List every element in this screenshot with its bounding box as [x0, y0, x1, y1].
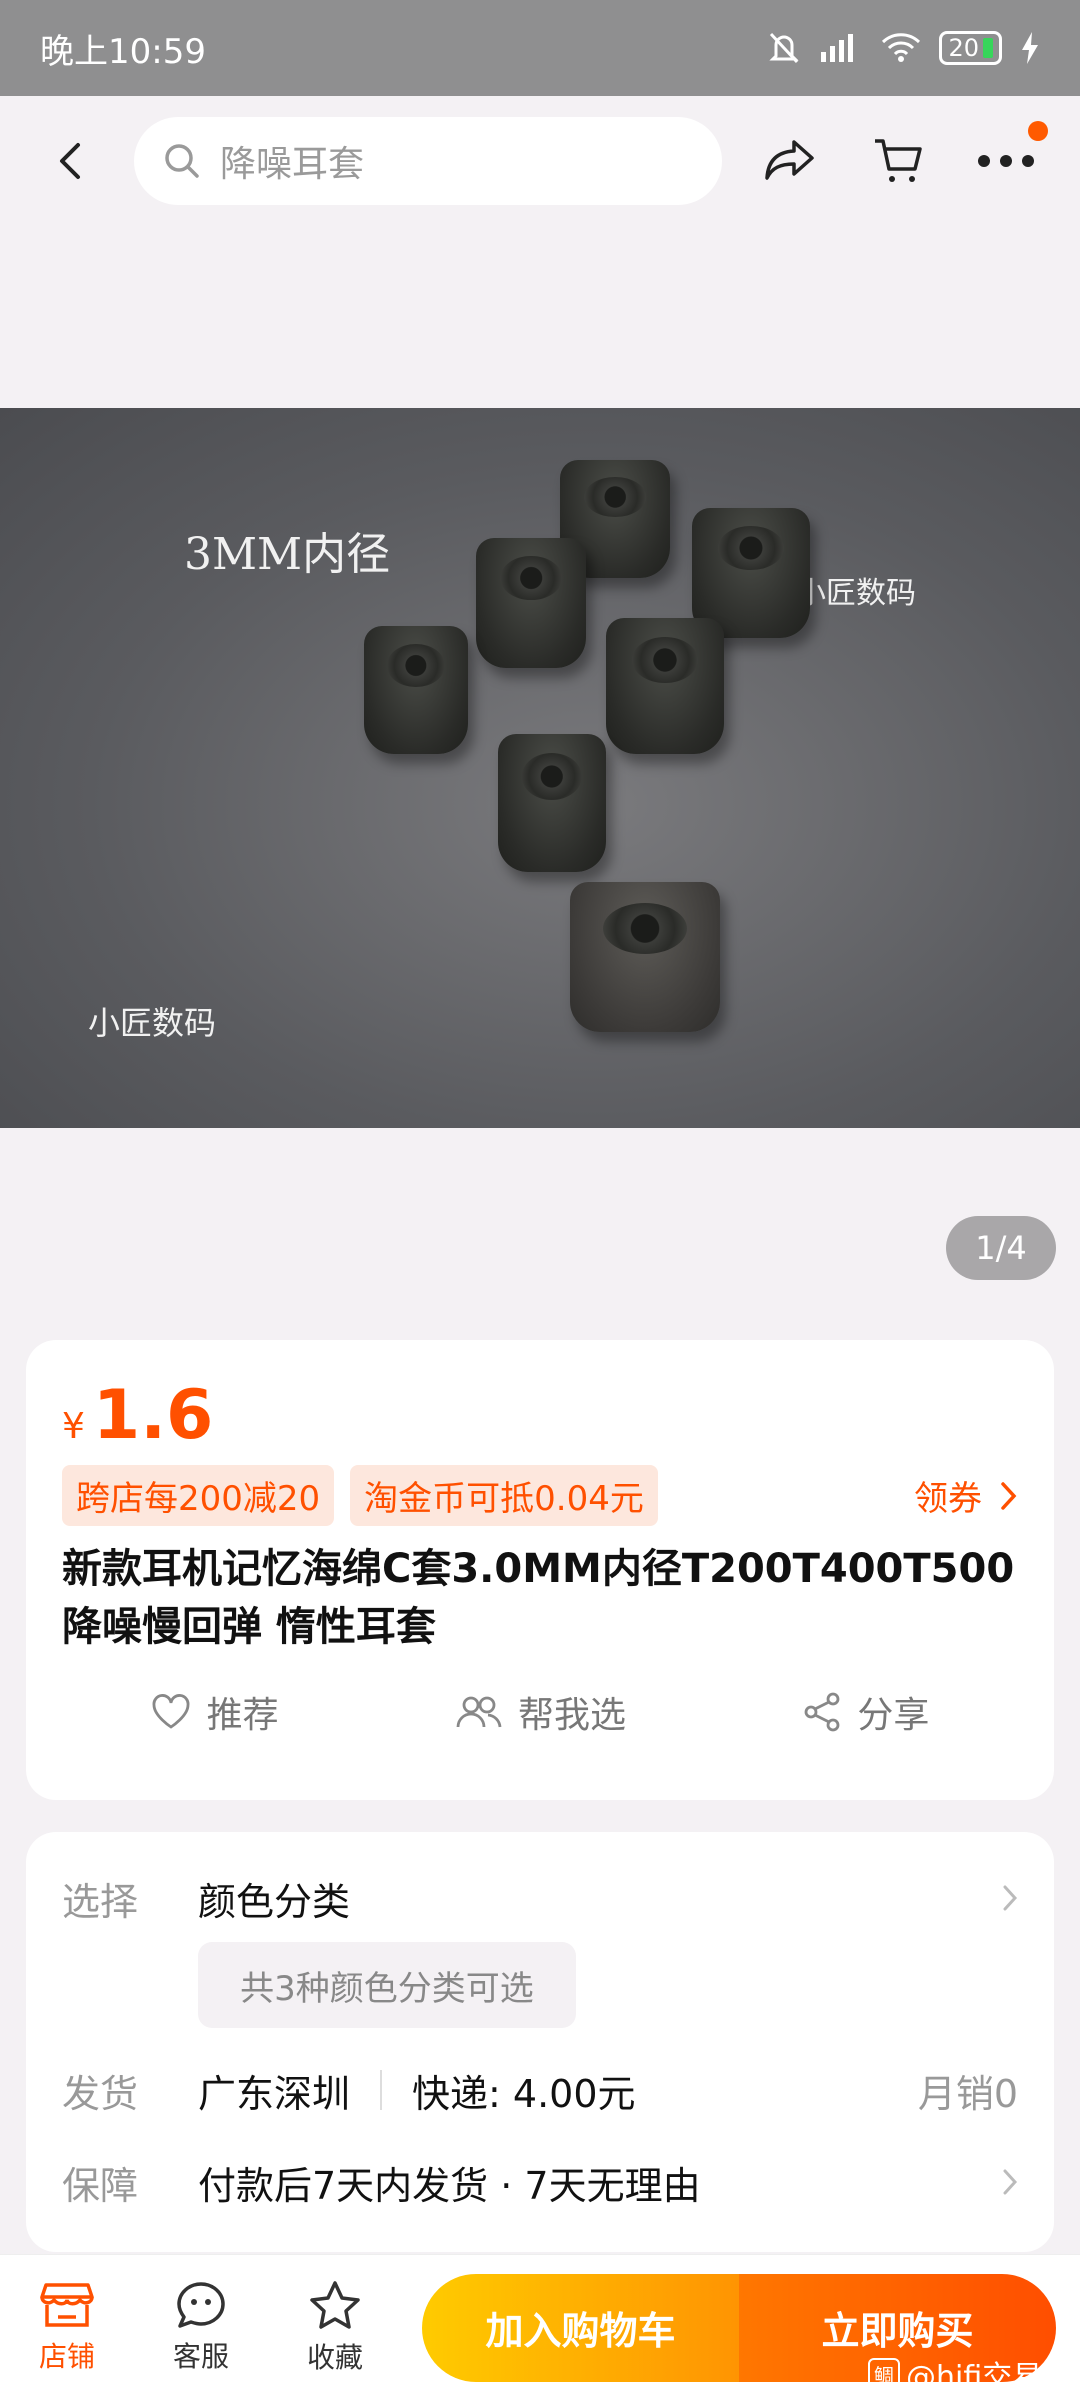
status-bar: 晚上10:59 20: [0, 0, 1080, 96]
chevron-right-icon: [1001, 1481, 1017, 1510]
favorite-label: 收藏: [306, 2340, 363, 2374]
earplug-foam: [606, 618, 724, 754]
search-input[interactable]: 降噪耳套: [134, 117, 722, 205]
recommend-button[interactable]: 推荐: [151, 1686, 279, 1738]
shop-label: 店铺: [38, 2339, 95, 2373]
watermark-text: @hifi交易: [906, 2360, 1043, 2395]
notification-dot: [1028, 121, 1048, 141]
earplug-foam: [476, 538, 586, 668]
earplug-foam: [364, 626, 468, 754]
chat-face-icon: [177, 2281, 225, 2328]
status-icons: 20: [767, 30, 1040, 66]
battery-fill: [983, 38, 993, 58]
back-arrow-icon: [60, 143, 80, 179]
select-row[interactable]: 选择 颜色分类: [62, 1858, 1018, 1938]
cart-icon: [875, 139, 922, 182]
search-placeholder: 降噪耳套: [220, 144, 365, 185]
signal-icon: [821, 34, 854, 62]
detail-card: 选择 颜色分类 共3种颜色分类可选 发货 广东深圳 快递: 4.00元 月销0 …: [26, 1832, 1054, 2252]
promo-tag-discount[interactable]: 跨店每200减20: [62, 1465, 335, 1526]
watermark: 鲷 @hifi交易: [868, 2352, 1042, 2396]
more-dots-icon: [978, 155, 1034, 167]
service-label: 客服: [172, 2339, 229, 2373]
battery-level: 20: [948, 34, 979, 62]
star-icon: [310, 2280, 360, 2329]
store-icon: [40, 2282, 94, 2327]
product-image[interactable]: 3MM内径 小匠数码 小匠数码: [0, 408, 1080, 1128]
earplug-foam: [498, 734, 606, 872]
image-page-indicator: 1/4: [946, 1216, 1056, 1280]
shop-tab[interactable]: 店铺: [0, 2281, 134, 2375]
add-to-cart-button[interactable]: 加入购物车: [422, 2273, 739, 2382]
battery-indicator: 20: [939, 31, 1002, 65]
promo-tag-coins[interactable]: 淘金币可抵0.04元: [350, 1465, 658, 1526]
watermark-badge: 鲷: [868, 2357, 900, 2391]
select-value: 颜色分类: [198, 1879, 351, 1924]
guarantee-value: 付款后7天内发货 · 7天无理由: [198, 2163, 701, 2208]
share-nodes-icon: [804, 1692, 840, 1732]
top-nav: 降噪耳套: [0, 96, 1080, 226]
wifi-icon: [882, 33, 921, 62]
price: ¥ 1.6: [62, 1376, 1018, 1455]
mute-bell-icon: [769, 32, 800, 64]
chevron-right-icon: [1003, 1885, 1018, 1911]
help-choose-button[interactable]: 帮我选: [456, 1686, 626, 1738]
color-options-chip[interactable]: 共3种颜色分类可选: [198, 1942, 576, 2028]
share-arrow-icon: [765, 140, 814, 180]
status-time: 晚上10:59: [40, 31, 206, 72]
cart-button[interactable]: [866, 129, 930, 193]
product-title: 新款耳机记忆海绵C套3.0MM内径T200T400T500降噪慢回弹 惰性耳套: [62, 1546, 1015, 1650]
currency-symbol: ¥: [62, 1406, 85, 1447]
share-button[interactable]: [758, 129, 822, 193]
image-watermark-2: 小匠数码: [88, 1004, 217, 1042]
price-card: ¥ 1.6 跨店每200减20 淘金币可抵0.04元 领券 新款耳机记忆海绵C套…: [26, 1340, 1054, 1800]
image-watermark-1: 小匠数码: [796, 576, 916, 611]
get-coupon-button[interactable]: 领券: [914, 1471, 1018, 1520]
image-caption: 3MM内径: [184, 529, 391, 580]
guarantee-row[interactable]: 保障 付款后7天内发货 · 7天无理由: [62, 2142, 1018, 2222]
shipping-row: 发货 广东深圳 快递: 4.00元 月销0: [62, 2050, 1018, 2130]
ship-from: 广东深圳: [198, 2071, 351, 2116]
ship-label: 发货: [62, 2071, 139, 2116]
price-value: 1.6: [92, 1376, 214, 1455]
coupon-label: 领券: [914, 1479, 982, 1519]
users-icon: [456, 1696, 502, 1728]
favorite-tab[interactable]: 收藏: [268, 2280, 402, 2376]
more-button[interactable]: [974, 121, 1048, 193]
share-label: 分享: [857, 1695, 930, 1736]
monthly-sales: 月销0: [917, 2071, 1018, 2116]
guarantee-label: 保障: [62, 2163, 139, 2208]
customer-service-tab[interactable]: 客服: [134, 2281, 268, 2375]
help-choose-label: 帮我选: [517, 1695, 626, 1736]
heart-icon: [152, 1694, 190, 1729]
select-label: 选择: [62, 1879, 139, 1924]
shipping-fee: 快递: 4.00元: [412, 2071, 636, 2116]
earplug-foam: [570, 882, 720, 1032]
share-product-button[interactable]: 分享: [803, 1686, 929, 1738]
search-icon: [165, 144, 199, 178]
back-button[interactable]: [30, 120, 112, 202]
recommend-label: 推荐: [206, 1695, 279, 1736]
charging-icon: [1022, 32, 1038, 64]
chevron-right-icon: [1003, 2169, 1018, 2195]
divider: [380, 2070, 383, 2110]
